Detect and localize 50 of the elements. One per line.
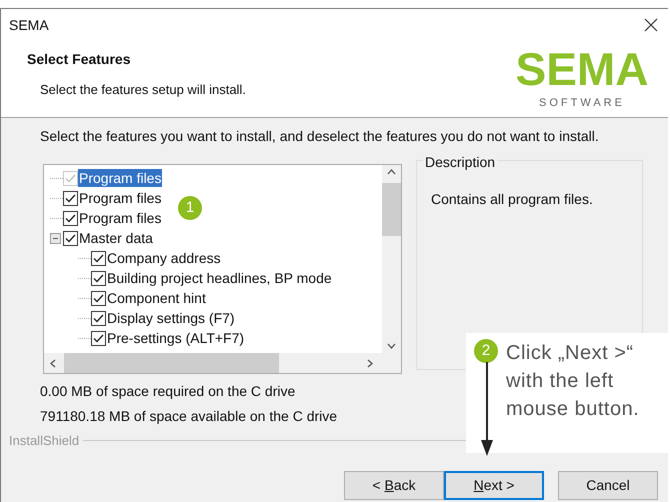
page-subtitle: Select the features setup will install. [39,81,246,99]
checkbox[interactable] [91,270,106,286]
scroll-down-icon[interactable] [387,343,396,349]
checkbox[interactable] [63,210,78,226]
check-icon [93,274,104,282]
dialog-button[interactable]: Next > [444,470,544,500]
check-icon [65,214,76,222]
checkbox[interactable] [63,190,78,206]
tree-item[interactable]: Program files [78,189,162,207]
check-icon [93,334,104,342]
disk-space-text: 0.00 MB of space required on the C drive [40,382,296,401]
checkbox[interactable] [63,230,78,246]
checkbox[interactable] [91,290,106,306]
tree-item[interactable]: Component hint [106,289,207,307]
installshield-label: InstallShield [9,432,80,450]
tree-item[interactable]: Building project headlines, BP mode [106,269,333,287]
check-icon [93,314,104,322]
tree-item[interactable]: Pre-settings (ALT+F7) [106,329,246,347]
tree-item[interactable]: Company address [106,249,222,267]
close-icon[interactable] [644,18,658,32]
logo-tagline: SOFTWARE [539,96,625,111]
tree-item[interactable]: Display settings (F7) [106,309,236,327]
step-badge: 2 [474,339,498,363]
callout-text: Click „Next >“ with the left mouse button. [506,341,640,422]
collapse-toggle[interactable] [50,232,61,244]
dialog-button[interactable]: Cancel [558,470,658,500]
tree-item[interactable]: Master data [78,229,154,247]
check-icon [65,194,76,202]
description-text: Contains all program files. [431,190,594,209]
check-icon [93,294,104,302]
check-icon [65,234,76,242]
dialog-button[interactable]: < Back [344,470,444,500]
vertical-scrollbar[interactable] [382,165,401,353]
scroll-thumb[interactable] [382,183,401,236]
scroll-thumb[interactable] [64,353,279,373]
check-icon [93,254,104,262]
checkbox[interactable] [91,310,106,326]
scroll-up-icon[interactable] [387,169,396,175]
scroll-right-icon[interactable] [367,358,373,368]
window-title: SEMA [9,16,49,34]
checkbox[interactable] [91,250,106,266]
horizontal-scrollbar[interactable] [44,353,401,373]
page-title: Select Features [27,50,132,69]
check-icon [65,174,76,182]
logo-wordmark: SEMA [516,45,648,93]
checkbox[interactable] [91,330,106,346]
scroll-left-icon[interactable] [50,358,56,368]
disk-space-text: 791180.18 MB of space available on the C drive [40,407,338,426]
instruction-text: Select the features you want to install, and deselect the features you do not want to install. [40,127,600,146]
tree-item[interactable]: Program files [78,209,162,227]
